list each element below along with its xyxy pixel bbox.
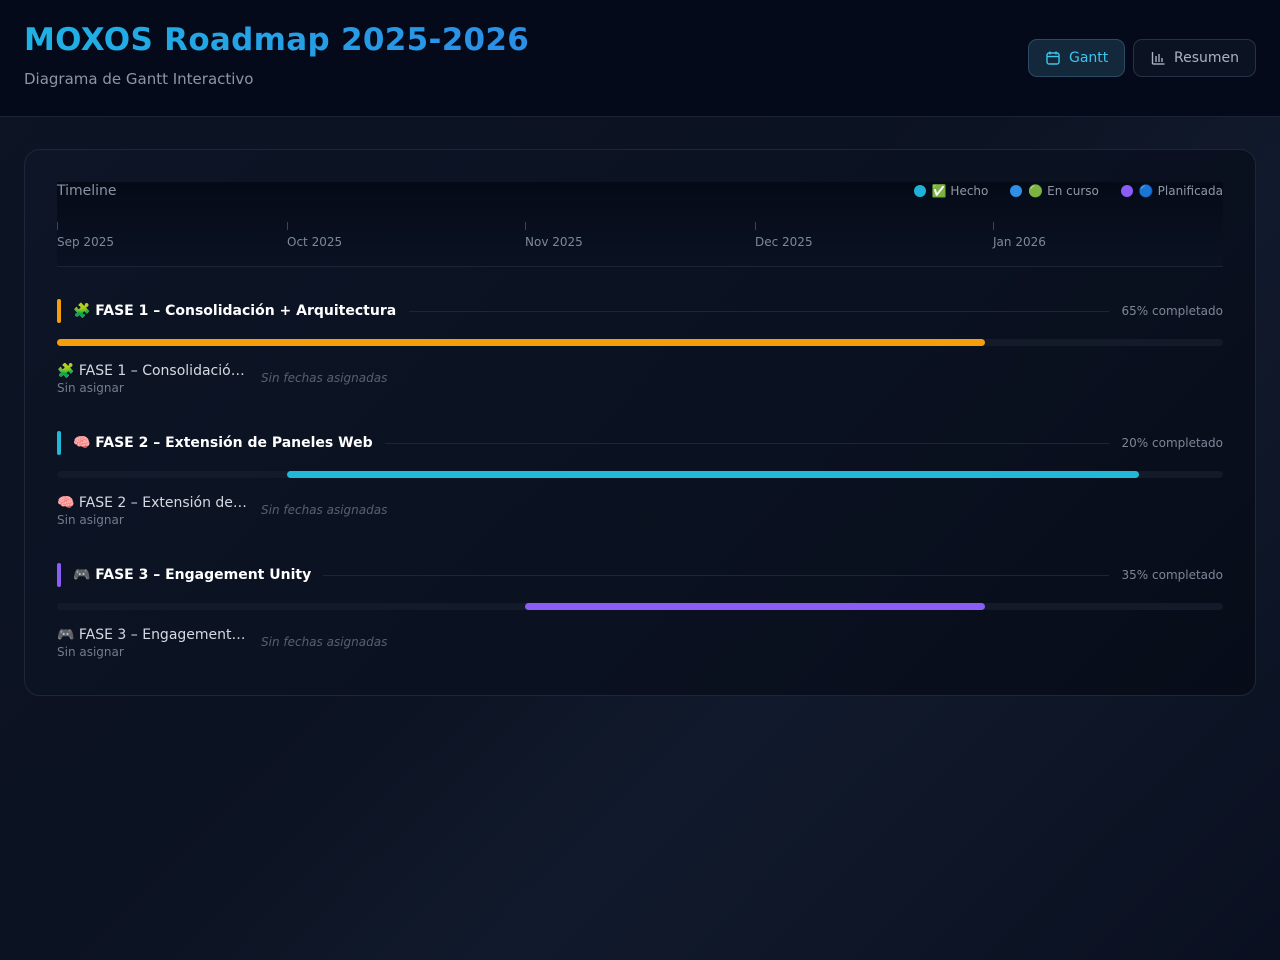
phase-3-bar[interactable] xyxy=(525,603,985,610)
status-legend: ✅ Hecho 🟢 En curso 🔵 Planificada xyxy=(913,184,1223,198)
phase-1-title[interactable]: 🧩 FASE 1 – Consolidación + Arquitectura xyxy=(73,303,396,319)
month-label: Dec 2025 xyxy=(755,235,813,249)
page-title: MOXOS Roadmap 2025-2026 xyxy=(24,22,530,58)
month-tick xyxy=(755,222,756,230)
phase-2-track xyxy=(57,471,1223,478)
phase-1-bar[interactable] xyxy=(57,339,985,346)
phase-1-task-name[interactable]: 🧩 FASE 1 – Consolidación + Arquitectura xyxy=(57,363,249,379)
phase-2-accent xyxy=(57,431,61,455)
phase-1-track xyxy=(57,339,1223,346)
phase-2-bar[interactable] xyxy=(287,471,1139,478)
month-tick xyxy=(525,222,526,230)
summary-view-label: Resumen xyxy=(1174,50,1240,66)
page-subtitle: Diagrama de Gantt Interactivo xyxy=(24,70,254,88)
month-label: Nov 2025 xyxy=(525,235,583,249)
phase-1-progress: 65% completado xyxy=(1121,304,1223,318)
phase-divider xyxy=(385,443,1109,444)
legend-in-progress-dot xyxy=(1010,185,1023,197)
phase-2-task-dates: Sin fechas asignadas xyxy=(261,503,388,517)
phase-divider xyxy=(323,575,1109,576)
month-tick xyxy=(57,222,58,230)
legend-in-progress-label: 🟢 En curso xyxy=(1028,184,1099,198)
month-label: Oct 2025 xyxy=(287,235,343,249)
legend-planned-label: 🔵 Planificada xyxy=(1138,184,1223,198)
month-tick xyxy=(287,222,288,230)
phase-divider xyxy=(409,311,1109,312)
phase-3-task-owner: Sin asignar xyxy=(57,645,124,659)
legend-planned-dot xyxy=(1120,185,1133,197)
bar-chart-icon xyxy=(1150,50,1166,66)
phase-2-title[interactable]: 🧠 FASE 2 – Extensión de Paneles Web xyxy=(73,435,373,451)
gantt-view-button[interactable]: Gantt xyxy=(1028,39,1125,77)
phase-3-task-dates: Sin fechas asignadas xyxy=(261,635,388,649)
summary-view-button[interactable]: Resumen xyxy=(1133,39,1256,77)
phase-2-task-owner: Sin asignar xyxy=(57,513,124,527)
legend-done-dot xyxy=(913,185,926,197)
phase-1-accent xyxy=(57,299,61,323)
legend-done-label: ✅ Hecho xyxy=(931,184,989,198)
phase-2-task-name[interactable]: 🧠 FASE 2 – Extensión de Paneles Web xyxy=(57,495,249,511)
phase-3-progress: 35% completado xyxy=(1121,568,1223,582)
phase-1-task-dates: Sin fechas asignadas xyxy=(261,371,388,385)
phase-3-accent xyxy=(57,563,61,587)
phase-3-title[interactable]: 🎮 FASE 3 – Engagement Unity xyxy=(73,567,311,583)
timeline-label: Timeline xyxy=(57,183,117,199)
calendar-icon xyxy=(1045,50,1061,66)
phase-2-progress: 20% completado xyxy=(1121,436,1223,450)
gantt-view-label: Gantt xyxy=(1069,50,1109,66)
phase-3-track xyxy=(57,603,1223,610)
phase-3-task-name[interactable]: 🎮 FASE 3 – Engagement Unity xyxy=(57,627,249,643)
month-label: Sep 2025 xyxy=(57,235,114,249)
month-tick xyxy=(993,222,994,230)
phase-1-task-owner: Sin asignar xyxy=(57,381,124,395)
app-header: MOXOS Roadmap 2025-2026 Diagrama de Gant… xyxy=(0,0,1280,117)
month-label: Jan 2026 xyxy=(993,235,1046,249)
